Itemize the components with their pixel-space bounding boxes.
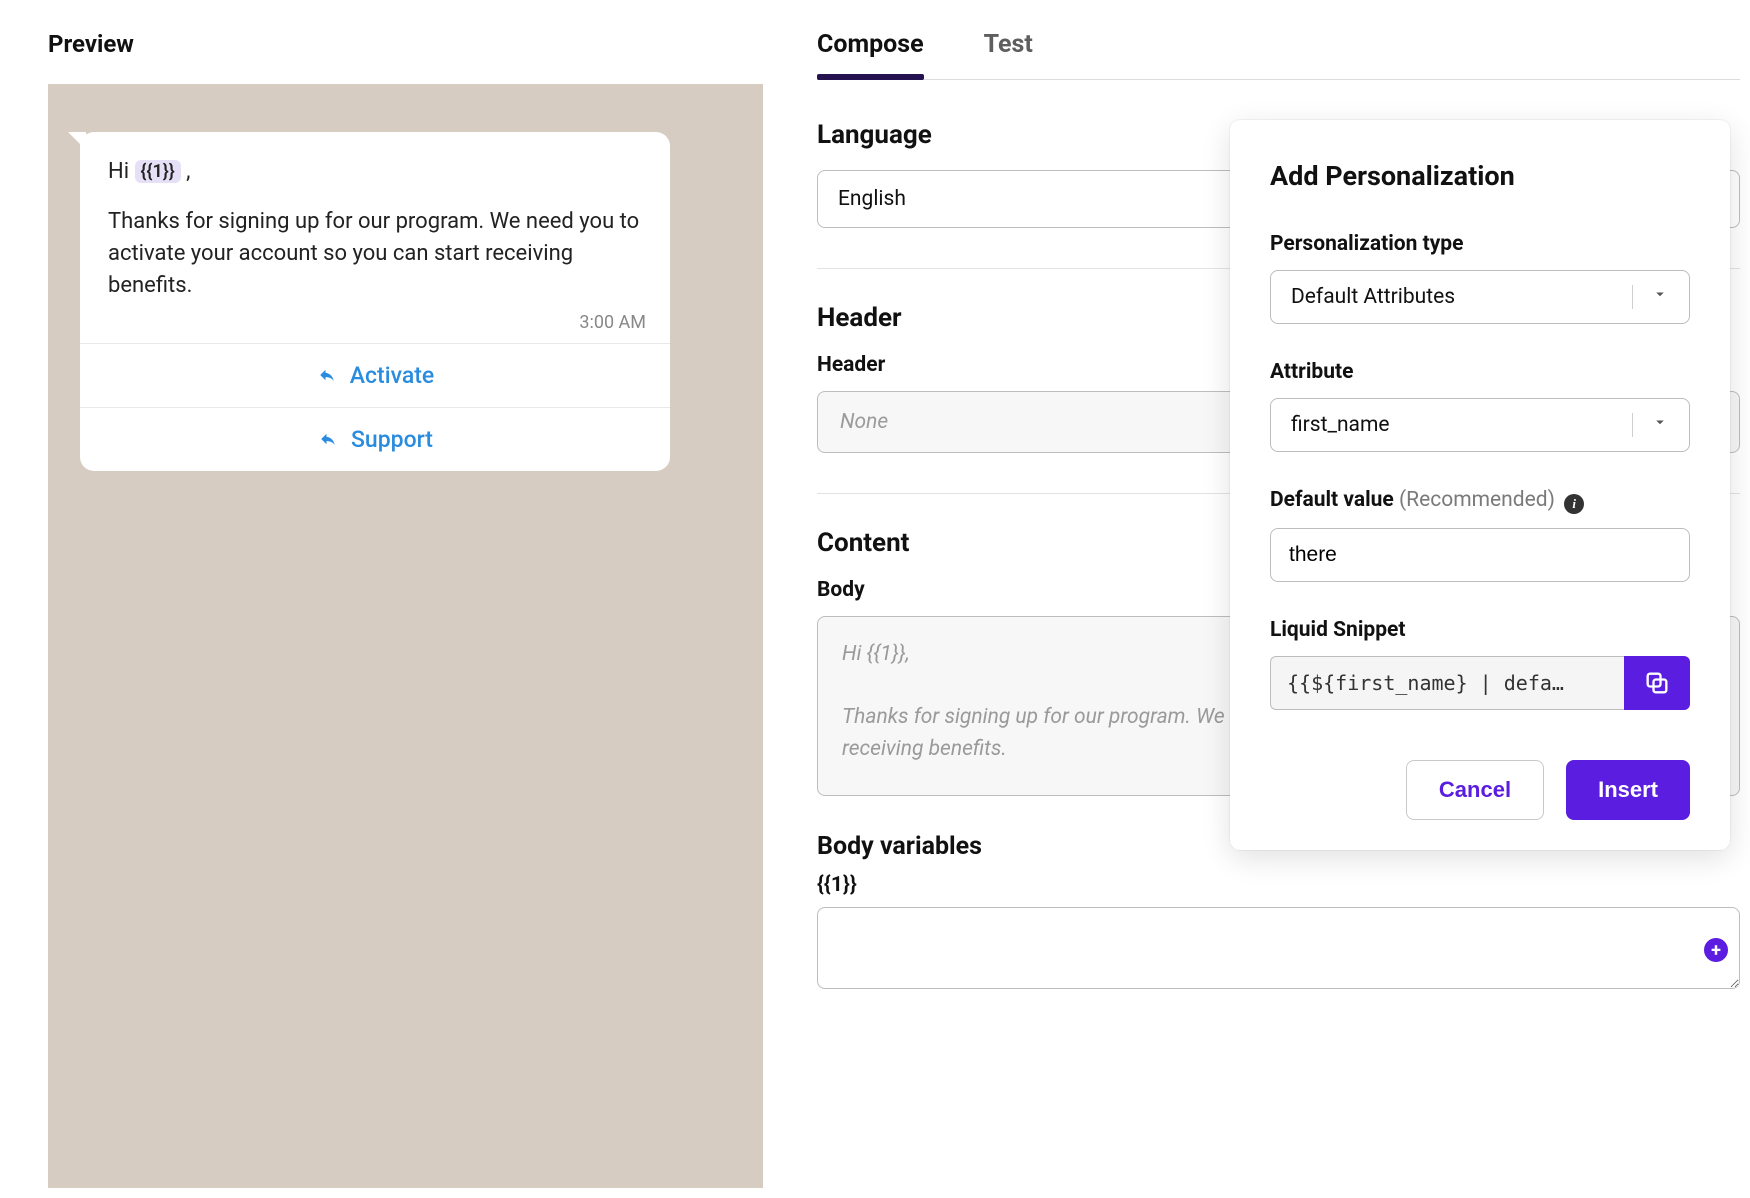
variable-token: {{1}} xyxy=(135,160,181,183)
greeting-prefix: Hi xyxy=(108,159,135,184)
action-label: Activate xyxy=(350,362,434,389)
header-value: None xyxy=(840,410,888,434)
personalization-type-value: Default Attributes xyxy=(1291,285,1455,309)
tabs: Compose Test xyxy=(817,30,1740,80)
copy-snippet-button[interactable] xyxy=(1624,656,1690,710)
liquid-snippet-label: Liquid Snippet xyxy=(1270,618,1690,642)
chevron-down-icon xyxy=(1632,285,1669,309)
action-label: Support xyxy=(351,426,433,453)
reply-icon xyxy=(317,430,339,448)
add-personalization-popover: Add Personalization Personalization type… xyxy=(1230,120,1730,850)
attribute-value: first_name xyxy=(1291,413,1390,437)
body-variable-label: {{1}} xyxy=(817,873,1740,897)
message-action-support[interactable]: Support xyxy=(80,407,670,471)
preview-stage: Hi {{1}} , Thanks for signing up for our… xyxy=(48,84,763,1188)
attribute-select[interactable]: first_name xyxy=(1270,398,1690,452)
greeting-suffix: , xyxy=(181,159,191,184)
message-body: Hi {{1}} , Thanks for signing up for our… xyxy=(80,156,670,312)
personalization-type-select[interactable]: Default Attributes xyxy=(1270,270,1690,324)
insert-button[interactable]: Insert xyxy=(1566,760,1690,820)
default-value-label: Default value (Recommended) i xyxy=(1270,488,1690,514)
body-variable-input-wrap: + xyxy=(817,907,1740,993)
liquid-snippet-value[interactable]: {{${first_name} | defa… xyxy=(1270,656,1624,710)
compose-column: Compose Test Language English Header Hea… xyxy=(763,30,1740,1188)
message-action-activate[interactable]: Activate xyxy=(80,343,670,407)
copy-icon xyxy=(1643,669,1671,697)
message-bubble: Hi {{1}} , Thanks for signing up for our… xyxy=(80,132,670,471)
reply-icon xyxy=(316,366,338,384)
preview-column: Preview Hi {{1}} , Thanks for signing up… xyxy=(48,30,763,1188)
personalization-type-label: Personalization type xyxy=(1270,232,1690,256)
chevron-down-icon xyxy=(1632,413,1669,437)
body-variable-input[interactable] xyxy=(817,907,1740,989)
message-text: Thanks for signing up for our program. W… xyxy=(108,209,639,298)
tab-compose[interactable]: Compose xyxy=(817,30,924,79)
language-value: English xyxy=(838,187,906,211)
liquid-snippet-row: {{${first_name} | defa… xyxy=(1270,656,1690,710)
default-value-label-rec: (Recommended) xyxy=(1394,488,1555,512)
popover-title: Add Personalization xyxy=(1270,160,1690,192)
message-timestamp: 3:00 AM xyxy=(80,312,670,343)
info-icon[interactable]: i xyxy=(1564,494,1584,514)
app-root: Preview Hi {{1}} , Thanks for signing up… xyxy=(0,0,1750,1198)
popover-actions: Cancel Insert xyxy=(1270,760,1690,820)
add-personalization-icon[interactable]: + xyxy=(1704,938,1728,962)
cancel-button[interactable]: Cancel xyxy=(1406,760,1544,820)
preview-title: Preview xyxy=(48,30,763,58)
default-value-label-main: Default value xyxy=(1270,488,1394,512)
attribute-label: Attribute xyxy=(1270,360,1690,384)
tab-test[interactable]: Test xyxy=(984,30,1033,79)
default-value-input[interactable] xyxy=(1270,528,1690,582)
